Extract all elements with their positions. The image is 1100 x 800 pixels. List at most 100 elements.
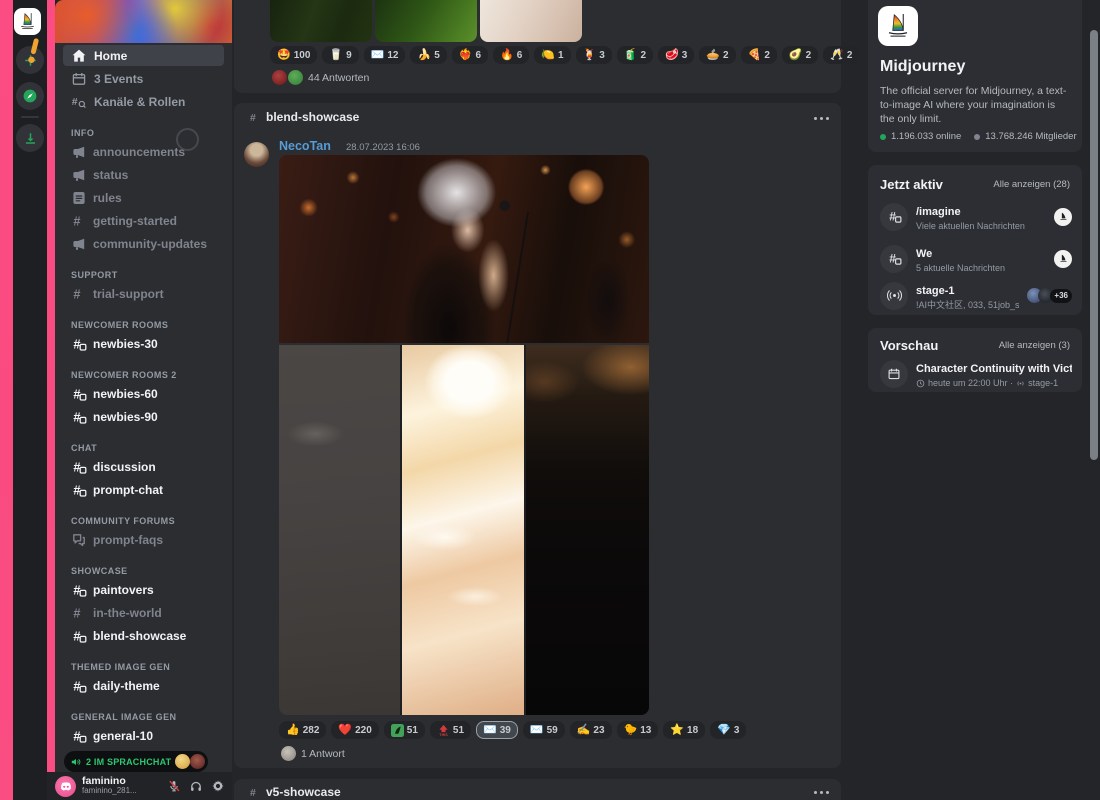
- category-header[interactable]: GENERAL IMAGE GEN: [71, 712, 224, 723]
- category-header[interactable]: SUPPORT: [71, 270, 224, 281]
- message-author[interactable]: NecoTan: [279, 139, 331, 153]
- reaction-pill[interactable]: 51: [384, 721, 425, 739]
- scrollbar-thumb[interactable]: [1090, 30, 1098, 460]
- hash-badge-icon: #: [71, 459, 87, 475]
- svg-text:#: #: [73, 459, 80, 474]
- image-thumbnail[interactable]: [375, 0, 477, 42]
- svg-text:#: #: [73, 409, 80, 424]
- reaction-pill[interactable]: 🧃 2: [617, 46, 653, 64]
- reaction-pill[interactable]: ✉️ 59: [523, 721, 565, 739]
- active-see-all-link[interactable]: Alle anzeigen (28): [993, 179, 1070, 190]
- reaction-pill[interactable]: 👍 282: [279, 721, 326, 739]
- hash-badge-icon: #: [71, 628, 87, 644]
- reaction-pill[interactable]: THIS 51: [430, 721, 471, 739]
- svg-text:#: #: [250, 788, 256, 799]
- replies-link[interactable]: 44 Antworten: [272, 70, 369, 85]
- channel-item[interactable]: # blend-showcase: [63, 625, 224, 646]
- category-header[interactable]: NEWCOMER ROOMS: [71, 320, 224, 331]
- reaction-pill[interactable]: ✍️ 23: [570, 721, 612, 739]
- channel-item[interactable]: # discussion: [63, 456, 224, 477]
- sidebar-item-channels-roles[interactable]: # Kanäle & Rollen: [63, 91, 224, 112]
- channel-item[interactable]: # newbies-60: [63, 383, 224, 404]
- reaction-pill[interactable]: ✉️ 39: [476, 721, 518, 739]
- category-header[interactable]: THEMED IMAGE GEN: [71, 662, 224, 673]
- category-header[interactable]: CHAT: [71, 443, 224, 454]
- blend-panel-middle: [402, 345, 524, 715]
- channel-item[interactable]: # newbies-90: [63, 406, 224, 427]
- more-options-button[interactable]: [820, 117, 823, 120]
- category-header[interactable]: NEWCOMER ROOMS 2: [71, 370, 224, 381]
- server-name: Midjourney: [880, 58, 965, 76]
- image-thumbnail[interactable]: [480, 0, 582, 42]
- category-block: CHAT # discussion # prompt-chat: [55, 443, 232, 500]
- reaction-pill[interactable]: ❤️ 220: [331, 721, 378, 739]
- message-avatar[interactable]: [244, 142, 269, 167]
- sidebar-item-events[interactable]: 3 Events: [63, 68, 224, 89]
- mute-button[interactable]: [166, 778, 182, 794]
- message-image-blend-panels[interactable]: [279, 345, 649, 715]
- voice-chat-pill[interactable]: 2 IM SPRACHCHAT: [64, 751, 208, 772]
- reaction-pill[interactable]: 🥧 2: [699, 46, 735, 64]
- settings-button[interactable]: [210, 778, 226, 794]
- category-header[interactable]: SHOWCASE: [71, 566, 224, 577]
- channel-item[interactable]: # daily-theme: [63, 675, 224, 696]
- channel-item[interactable]: prompt-faqs: [63, 529, 224, 550]
- channel-item[interactable]: # in-the-world: [63, 602, 224, 623]
- reaction-pill[interactable]: ❤️‍🔥 6: [452, 46, 488, 64]
- sidebar-item-home[interactable]: Home: [63, 45, 224, 66]
- reaction-pill[interactable]: 🔥 6: [493, 46, 529, 64]
- deafen-button[interactable]: [188, 778, 204, 794]
- hash-badge-icon: #: [71, 386, 87, 402]
- event-item[interactable]: Character Continuity with Victor Gna… he…: [880, 358, 1072, 389]
- active-item-we[interactable]: # We 5 aktuelle Nachrichten: [880, 243, 1072, 274]
- reaction-pill[interactable]: 🤩 100: [270, 46, 317, 64]
- channel-item[interactable]: # getting-started: [63, 210, 224, 231]
- channel-item[interactable]: # prompt-chat: [63, 479, 224, 500]
- server-logo[interactable]: [878, 6, 918, 46]
- reaction-pill[interactable]: 🥩 3: [658, 46, 694, 64]
- image-thumbnail[interactable]: [270, 0, 372, 42]
- channel-item[interactable]: # paintovers: [63, 579, 224, 600]
- reaction-pill[interactable]: 🥑 2: [782, 46, 818, 64]
- reaction-pill[interactable]: 🥛 9: [322, 46, 358, 64]
- reaction-pill[interactable]: ⭐ 18: [663, 721, 705, 739]
- reaction-emoji: 🥧: [706, 50, 720, 61]
- channel-item[interactable]: # newbies-30: [63, 333, 224, 354]
- channel-item[interactable]: status: [63, 164, 224, 185]
- more-options-button[interactable]: [820, 791, 823, 794]
- channel-card-header[interactable]: # blend-showcase: [248, 110, 359, 124]
- active-item-imagine[interactable]: # /imagine Viele aktuellen Nachrichten: [880, 201, 1072, 232]
- channel-item[interactable]: announcements: [63, 141, 224, 162]
- user-avatar[interactable]: [55, 776, 76, 797]
- channel-card-header[interactable]: # v5-showcase: [248, 785, 341, 799]
- explore-servers-button[interactable]: [16, 82, 44, 110]
- message-image-singer[interactable]: [279, 155, 649, 343]
- reaction-pill[interactable]: 💎 3: [710, 721, 746, 739]
- stage-icon: [1016, 379, 1025, 388]
- reply-avatar: [281, 746, 296, 761]
- bot-avatar: [1054, 208, 1072, 226]
- active-item-stage-1[interactable]: stage-1 !AI中文社区, 033, 51job_sh_onesis… +…: [880, 280, 1072, 311]
- channel-item[interactable]: rules: [63, 187, 224, 208]
- channel-item[interactable]: # general-10: [63, 725, 224, 746]
- category-header[interactable]: COMMUNITY FORUMS: [71, 516, 224, 527]
- reaction-count: 2: [847, 50, 853, 61]
- channel-item[interactable]: community-updates: [63, 233, 224, 254]
- midjourney-server-icon[interactable]: [14, 8, 41, 35]
- preview-see-all-link[interactable]: Alle anzeigen (3): [999, 340, 1070, 351]
- reaction-pill[interactable]: 🐤 13: [617, 721, 659, 739]
- user-info[interactable]: faminino faminino_281...: [82, 776, 160, 795]
- download-apps-button[interactable]: [16, 124, 44, 152]
- category-label: NEWCOMER ROOMS: [71, 320, 168, 330]
- reaction-pill[interactable]: 🥂 2: [823, 46, 859, 64]
- reaction-pill[interactable]: 🍌 5: [410, 46, 446, 64]
- category-header[interactable]: INFO: [71, 128, 224, 139]
- hash-badge-icon: #: [71, 409, 87, 425]
- replies-link[interactable]: 1 Antwort: [281, 746, 345, 761]
- channel-item[interactable]: # trial-support: [63, 283, 224, 304]
- reaction-pill[interactable]: ✉️ 12: [364, 46, 406, 64]
- reaction-pill[interactable]: 🍋 1: [534, 46, 570, 64]
- hash-badge-icon: #: [880, 245, 908, 273]
- reaction-pill[interactable]: 🍹 3: [576, 46, 612, 64]
- reaction-pill[interactable]: 🍕 2: [741, 46, 777, 64]
